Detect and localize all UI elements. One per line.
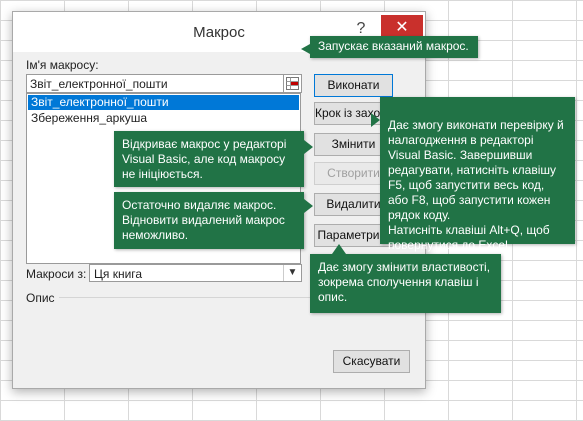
range-select-icon <box>286 77 299 90</box>
macro-list-item[interactable]: Збереження_аркуша <box>28 111 299 126</box>
callout-edit-pointer <box>304 140 313 154</box>
macros-in-value: Ця книга <box>94 267 143 281</box>
callout-options-text: Дає змогу змінити властивості, зокрема с… <box>318 260 491 304</box>
run-button[interactable]: Виконати <box>314 74 393 97</box>
collapse-dialog-button[interactable] <box>283 74 302 93</box>
callout-delete-text: Остаточно видаляє макрос. Відновити вида… <box>122 198 285 242</box>
macro-name-label: Ім'я макросу: <box>26 58 99 72</box>
callout-step-into-pointer <box>371 113 380 127</box>
callout-run: Запускає вказаний макрос. <box>310 36 478 58</box>
callout-run-pointer <box>301 44 310 54</box>
description-label: Опис <box>26 291 55 305</box>
callout-options: Дає змогу змінити властивості, зокрема с… <box>310 254 501 313</box>
chevron-down-icon: ▼ <box>283 265 301 281</box>
callout-delete: Остаточно видаляє макрос. Відновити вида… <box>114 192 304 249</box>
callout-step-into-text: Дає змогу виконати перевірку й налагодже… <box>388 118 564 252</box>
callout-step-into: Дає змогу виконати перевірку й налагодже… <box>380 97 575 252</box>
macro-list-item[interactable]: Звіт_електронної_пошти <box>28 95 299 110</box>
macro-name-input[interactable] <box>26 74 287 93</box>
callout-delete-pointer <box>304 199 313 213</box>
callout-edit: Відкриває макрос у редакторі Visual Basi… <box>114 131 304 187</box>
cancel-button[interactable]: Скасувати <box>333 350 410 373</box>
macros-in-label: Макроси з: <box>26 267 87 281</box>
callout-run-text: Запускає вказаний макрос. <box>318 39 469 53</box>
callout-edit-text: Відкриває макрос у редакторі Visual Basi… <box>122 137 287 181</box>
macros-in-select[interactable]: Ця книга ▼ <box>89 264 302 282</box>
callout-options-pointer <box>332 244 346 254</box>
